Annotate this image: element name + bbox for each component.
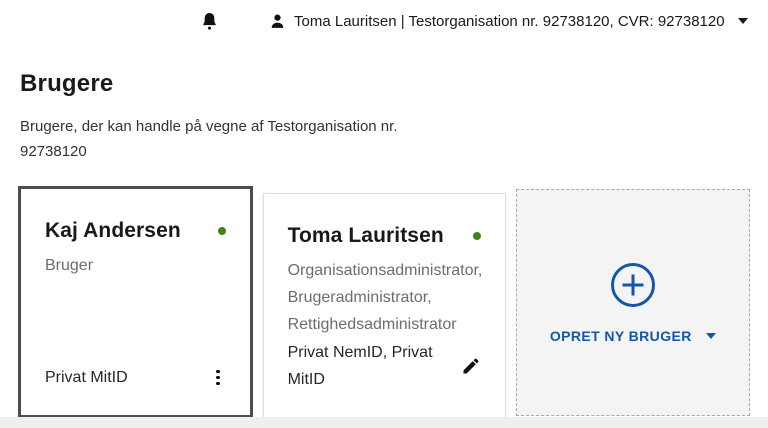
page-fold-shadow <box>0 417 768 428</box>
create-user-label: OPRET NY BRUGER <box>550 328 692 344</box>
account-menu[interactable]: Toma Lauritsen | Testorganisation nr. 92… <box>269 13 748 30</box>
edit-pencil-icon[interactable] <box>461 356 481 376</box>
user-card-list: Kaj Andersen Bruger Privat MitID Toma La… <box>18 186 750 418</box>
card-header: Kaj Andersen <box>45 219 226 243</box>
page-subtitle: Brugere, der kan handle på vegne af Test… <box>20 114 440 164</box>
top-bar: Toma Lauritsen | Testorganisation nr. 92… <box>0 0 768 34</box>
user-name: Toma Lauritsen <box>288 224 444 248</box>
account-label: Toma Lauritsen | Testorganisation nr. 92… <box>294 13 725 30</box>
card-footer: Privat MitID <box>45 364 226 391</box>
card-footer: Privat NemID, Privat MitID <box>288 339 481 393</box>
user-credentials: Privat NemID, Privat MitID <box>288 339 453 393</box>
plus-circle-icon <box>610 262 656 308</box>
user-credentials: Privat MitID <box>45 364 128 391</box>
person-icon <box>269 13 286 30</box>
user-roles: Bruger <box>45 252 226 279</box>
kebab-menu-icon[interactable] <box>210 366 226 390</box>
chevron-down-icon <box>738 18 748 24</box>
create-user-button[interactable]: OPRET NY BRUGER <box>550 328 716 344</box>
bell-icon <box>201 11 218 32</box>
create-user-card[interactable]: OPRET NY BRUGER <box>516 189 750 416</box>
chevron-down-icon <box>706 333 716 339</box>
main-content: Brugere Brugere, der kan handle på vegne… <box>0 70 768 418</box>
page-title: Brugere <box>20 70 750 98</box>
user-name: Kaj Andersen <box>45 219 181 243</box>
notification-bell-button[interactable] <box>201 11 218 32</box>
card-header: Toma Lauritsen <box>288 224 481 248</box>
status-active-icon <box>218 227 226 235</box>
user-roles: Organisationsadministrator, Brugeradmini… <box>288 257 481 338</box>
user-card-kaj-andersen[interactable]: Kaj Andersen Bruger Privat MitID <box>18 186 253 418</box>
user-card-toma-lauritsen[interactable]: Toma Lauritsen Organisationsadministrato… <box>263 193 506 418</box>
status-active-icon <box>473 232 481 240</box>
